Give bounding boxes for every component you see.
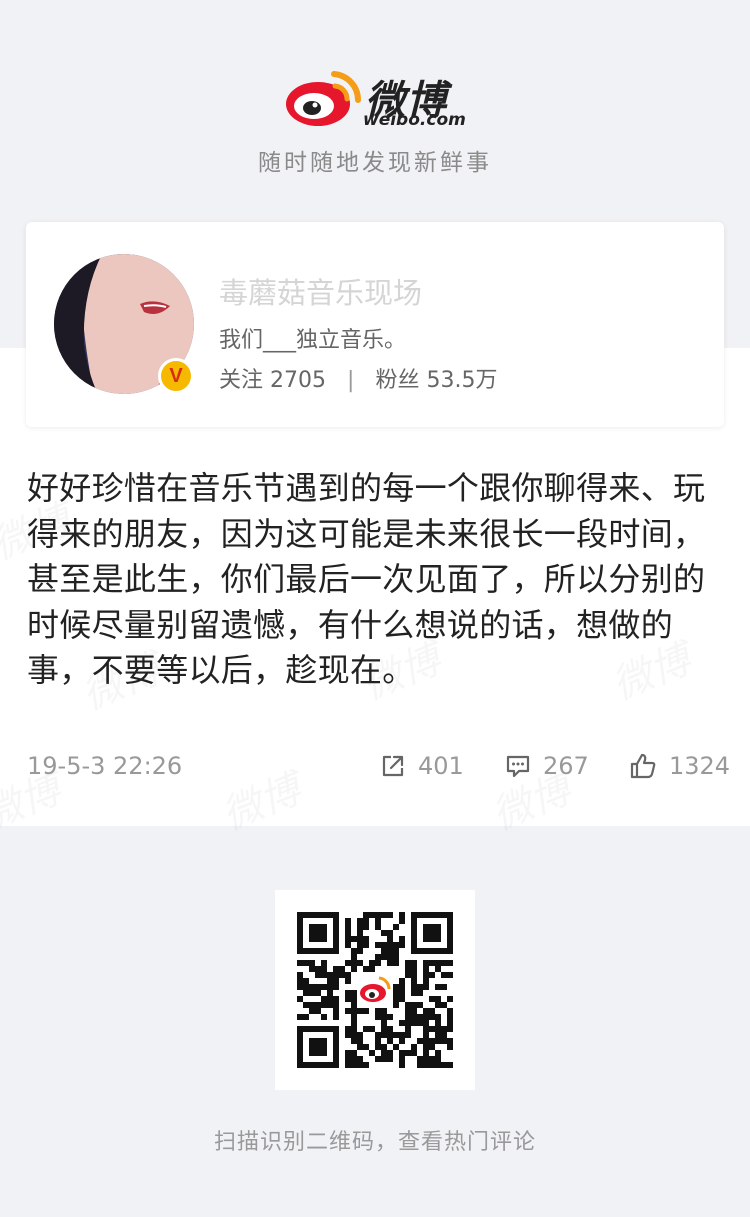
share-button[interactable]: 401 (380, 752, 464, 780)
share-icon (382, 755, 404, 777)
thumbs-up-icon (630, 753, 656, 779)
followers-label: 粉丝 (375, 368, 420, 393)
slogan: 随时随地发现新鲜事 (258, 150, 492, 176)
like-count: 1324 (669, 752, 731, 780)
logo-domain: weibo.com (363, 110, 466, 130)
comment-button[interactable]: 267 (505, 752, 589, 780)
qr-code-image (297, 912, 453, 1068)
following-count: 2705 (270, 368, 327, 393)
post-meta-row: 19-5-3 22:26 401 267 1324 (27, 752, 730, 782)
weibo-logo-icon (286, 71, 362, 126)
profile-stats: 关注 2705 | 粉丝 53.5万 (219, 362, 497, 394)
comment-count: 267 (543, 752, 589, 780)
verified-badge: V (158, 358, 194, 394)
following-label: 关注 (219, 368, 264, 393)
qr-caption: 扫描识别二维码，查看热门评论 (213, 1130, 536, 1155)
weibo-logo: 微博 weibo.com (0, 62, 750, 134)
profile-bio: 我们___独立音乐。 (219, 328, 407, 353)
qr-code[interactable] (275, 890, 475, 1090)
like-button[interactable]: 1324 (629, 752, 730, 780)
post-timestamp: 19-5-3 22:26 (27, 752, 183, 780)
followers-count: 53.5万 (426, 368, 498, 393)
stats-separator: | (347, 368, 355, 393)
comment-icon (506, 755, 530, 778)
profile-name[interactable]: 毒蘑菇音乐现场 (219, 270, 422, 312)
weibo-share-page: 微博 weibo.com 随时随地发现新鲜事 微博 微博 微博 微博 微博 微博… (0, 0, 750, 1217)
profile-card[interactable]: V 毒蘑菇音乐现场 我们___独立音乐。 关注 2705 | 粉丝 53.5万 (26, 222, 724, 427)
share-count: 401 (418, 752, 464, 780)
post-text: 好好珍惜在音乐节遇到的每一个跟你聊得来、玩得来的朋友，因为这可能是未来很长一段时… (27, 469, 706, 689)
